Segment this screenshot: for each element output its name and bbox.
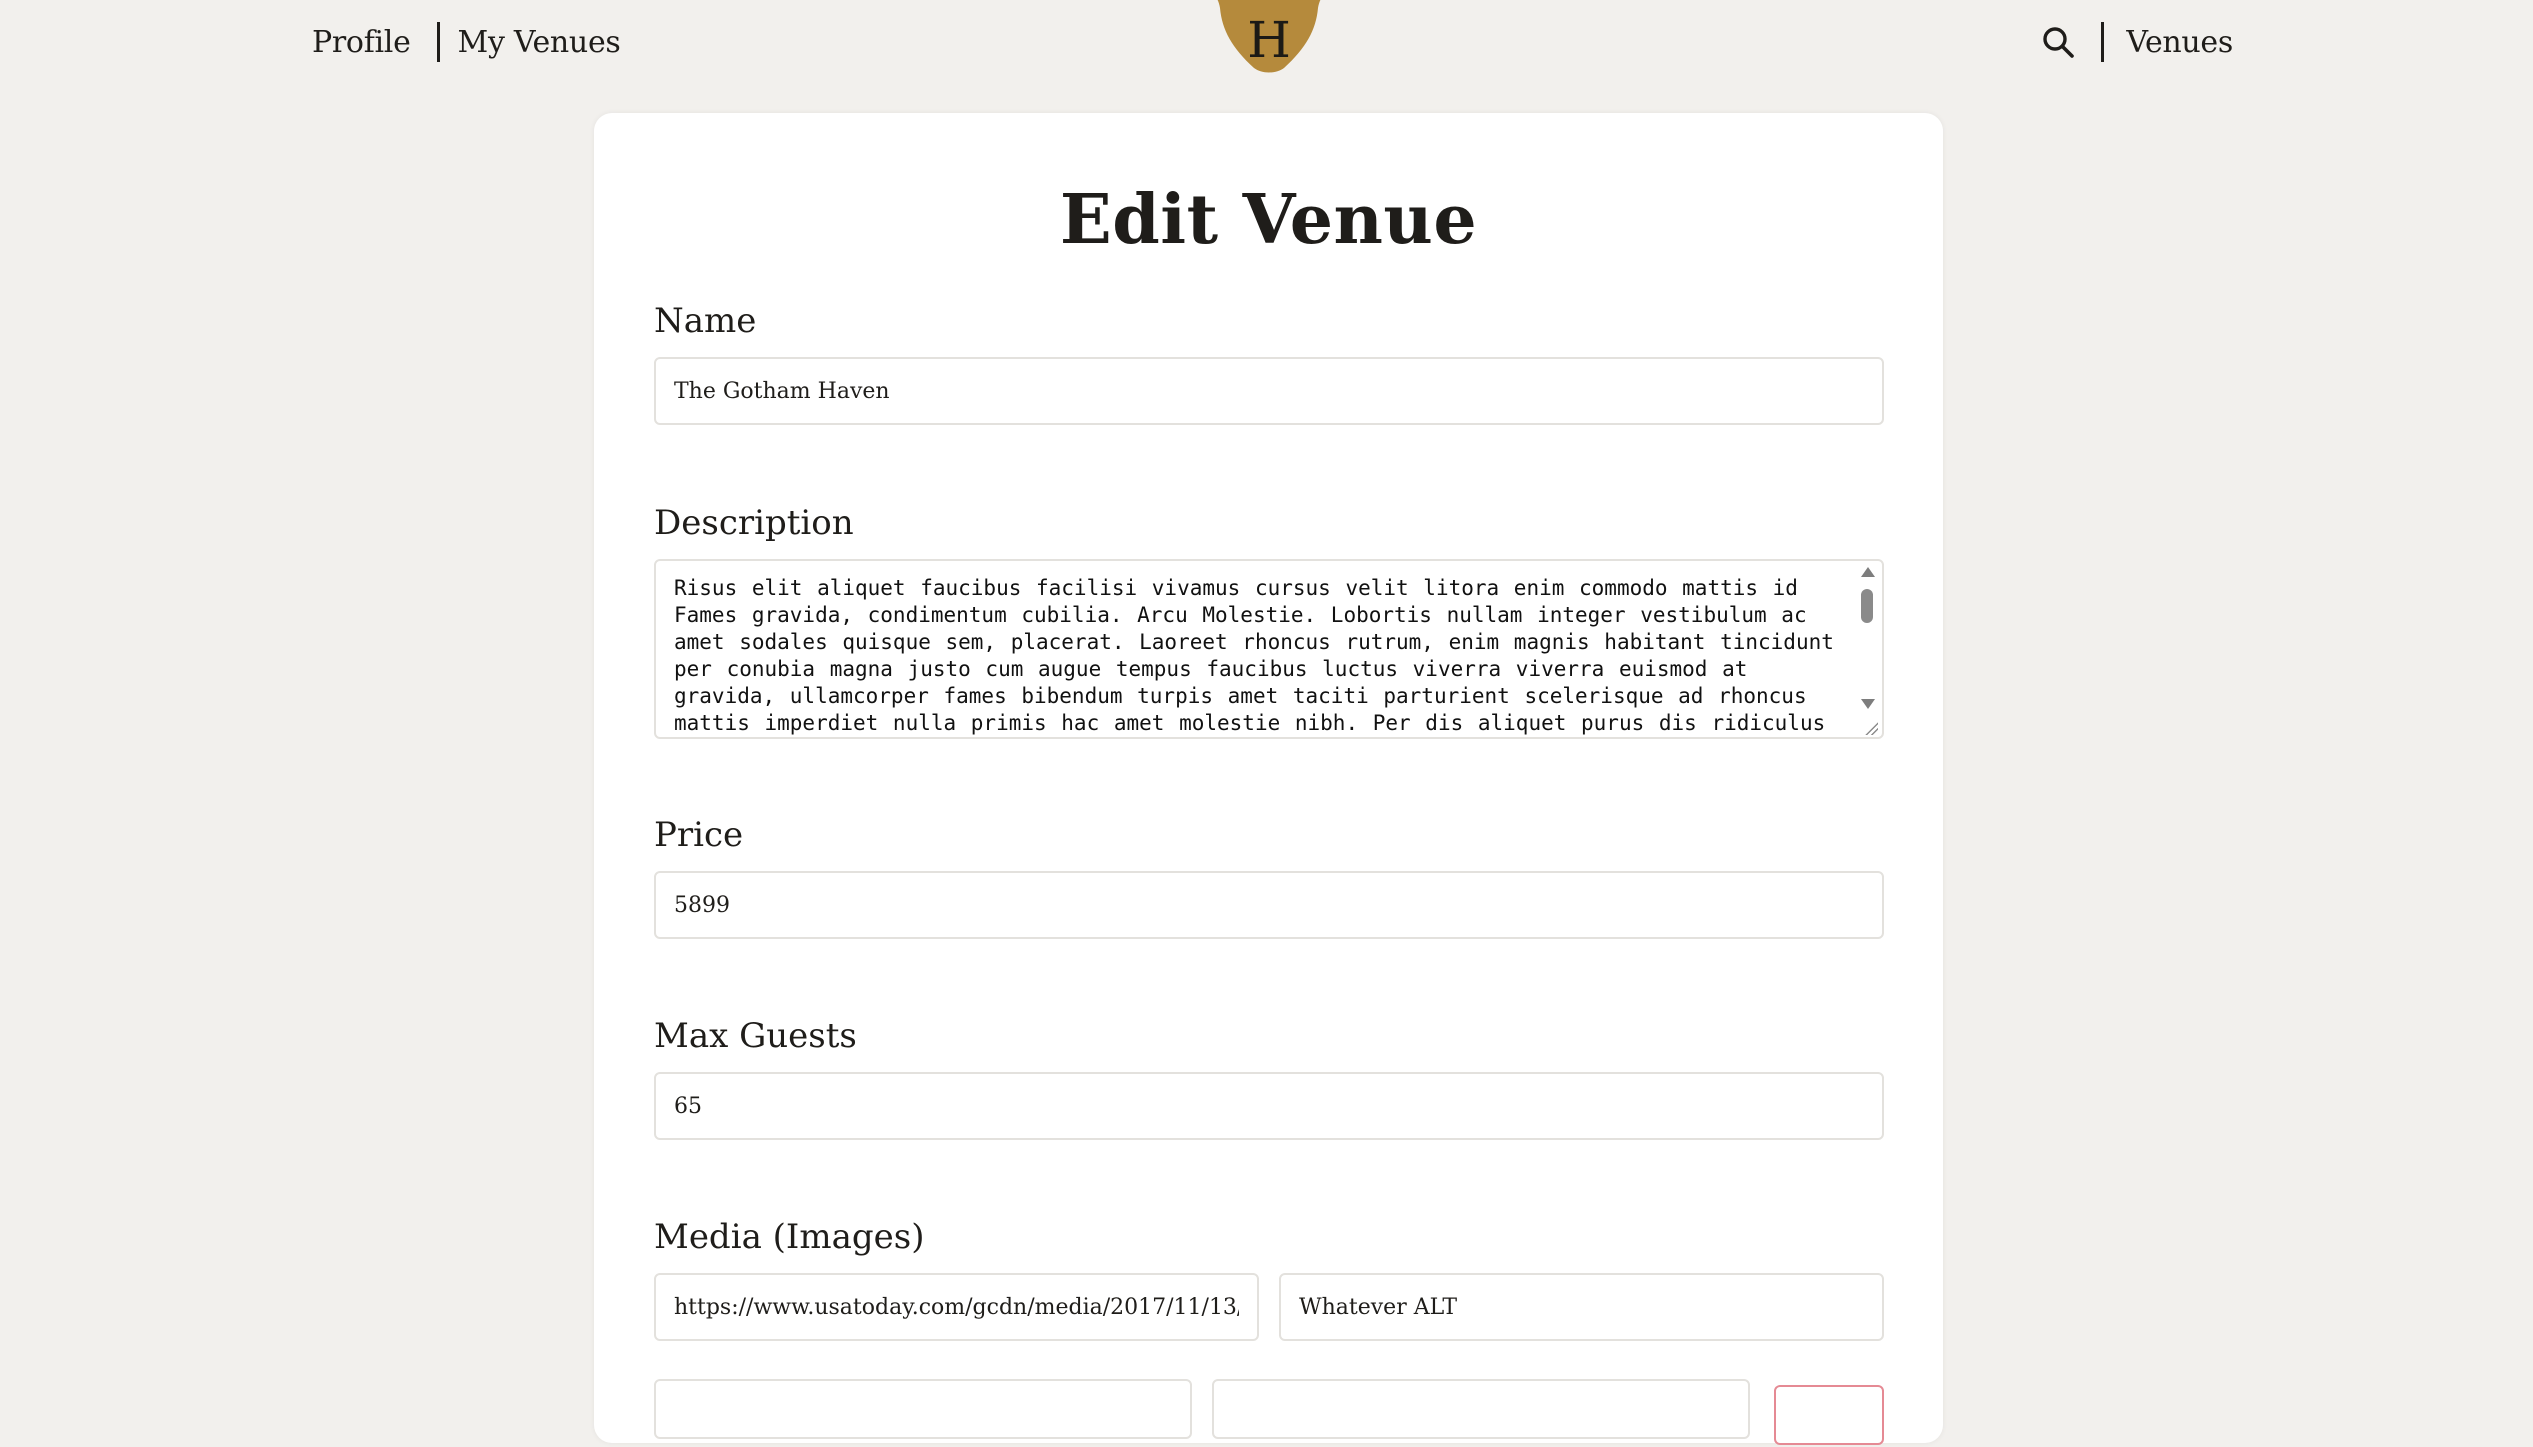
- scroll-down-arrow-icon[interactable]: [1861, 699, 1875, 709]
- edit-venue-card: Edit Venue Name Description Risus elit a…: [594, 113, 1943, 1445]
- page-title: Edit Venue: [1059, 180, 1478, 260]
- top-navigation: Profile My Venues H Venues: [0, 0, 2533, 96]
- name-label: Name: [654, 301, 757, 341]
- logo-letter[interactable]: H: [1198, 10, 1340, 70]
- description-textarea[interactable]: Risus elit aliquet faucibus facilisi viv…: [654, 559, 1884, 739]
- description-text: Risus elit aliquet faucibus facilisi viv…: [674, 576, 1834, 735]
- nav-my-venues-link[interactable]: My Venues: [458, 25, 621, 60]
- scroll-thumb[interactable]: [1861, 589, 1873, 623]
- media-remove-button[interactable]: [1774, 1385, 1884, 1445]
- scroll-up-arrow-icon[interactable]: [1861, 567, 1875, 577]
- search-icon[interactable]: [2041, 25, 2075, 59]
- media-url-input[interactable]: [654, 1273, 1259, 1341]
- nav-left: Profile My Venues: [312, 22, 621, 62]
- nav-right: Venues: [2041, 22, 2233, 62]
- description-label: Description: [654, 503, 854, 543]
- media-alt-input-new[interactable]: [1212, 1379, 1750, 1439]
- max-guests-label: Max Guests: [654, 1016, 857, 1056]
- description-scrollbar[interactable]: [1856, 563, 1878, 735]
- nav-profile-link[interactable]: Profile: [312, 25, 411, 60]
- resize-grip-icon[interactable]: [1864, 721, 1878, 735]
- media-alt-input[interactable]: [1279, 1273, 1884, 1341]
- media-label: Media (Images): [654, 1217, 925, 1257]
- media-row: [654, 1273, 1884, 1341]
- nav-venues-link[interactable]: Venues: [2126, 25, 2233, 60]
- nav-divider: [436, 22, 440, 62]
- name-input[interactable]: [654, 357, 1884, 425]
- media-row-new: [654, 1379, 1884, 1447]
- nav-divider: [2101, 22, 2105, 62]
- media-url-input-new[interactable]: [654, 1379, 1192, 1439]
- price-input[interactable]: [654, 871, 1884, 939]
- max-guests-input[interactable]: [654, 1072, 1884, 1140]
- price-label: Price: [654, 815, 744, 855]
